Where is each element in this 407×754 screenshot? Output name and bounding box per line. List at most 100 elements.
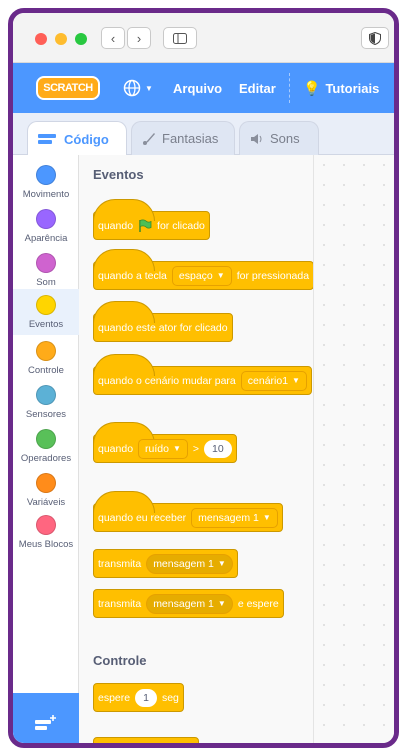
tab-code-label: Código: [64, 131, 109, 147]
section-heading-events: Eventos: [93, 167, 144, 182]
privacy-button[interactable]: [361, 27, 389, 49]
block-text: >: [192, 442, 200, 455]
caret-down-icon: ▼: [262, 513, 271, 522]
when-key-pressed-block[interactable]: quando a tecla espaço ▼ for pressionada: [93, 249, 313, 290]
code-workspace[interactable]: [313, 155, 394, 743]
number-input[interactable]: [128, 744, 144, 749]
browser-titlebar: ‹ ›: [13, 13, 394, 63]
language-menu[interactable]: ▼: [123, 63, 153, 113]
caret-down-icon: ▼: [217, 599, 226, 608]
category-dot: [36, 295, 56, 315]
partial-control-block[interactable]: [93, 737, 199, 749]
lightbulb-icon: 💡: [303, 79, 321, 96]
broadcast-wait-dropdown[interactable]: mensagem 1 ▼: [146, 593, 233, 614]
block-text: quando este ator for clicado: [98, 321, 228, 334]
number-input[interactable]: 10: [204, 439, 232, 458]
dropdown-value: mensagem 1: [198, 511, 259, 524]
add-extension-icon: [35, 715, 56, 730]
when-backdrop-switches-block[interactable]: quando o cenário mudar para cenário1 ▼: [93, 354, 312, 395]
backdrop-dropdown[interactable]: cenário1 ▼: [240, 370, 307, 391]
block-text: espere: [98, 691, 131, 704]
when-sensor-greater-block[interactable]: quando ruído ▼ > 10: [93, 422, 237, 463]
category-label: Som: [36, 277, 56, 288]
category-dot: [36, 209, 56, 229]
close-window-button[interactable]: [35, 33, 47, 45]
key-dropdown[interactable]: espaço ▼: [171, 265, 232, 286]
tab-sounds[interactable]: Sons: [239, 121, 319, 155]
sensor-dropdown[interactable]: ruído ▼: [138, 438, 188, 459]
hat-cap: [93, 301, 155, 323]
back-button[interactable]: ‹: [101, 27, 125, 49]
category-label: Aparência: [24, 233, 68, 244]
brush-icon: [143, 132, 155, 145]
caret-down-icon: ▼: [172, 444, 181, 453]
block-text: transmita: [98, 557, 142, 570]
block-text: transmita: [98, 597, 142, 610]
category-label: Operadores: [20, 453, 72, 464]
category-label: Movimento: [22, 189, 70, 200]
when-i-receive-block[interactable]: quando eu receber mensagem 1 ▼: [93, 491, 283, 532]
category-label: Variáveis: [26, 497, 66, 508]
category-dot: [36, 473, 56, 493]
dropdown-value: cenário1: [247, 374, 289, 387]
maximize-window-button[interactable]: [75, 33, 87, 45]
block-text: quando eu receber: [98, 511, 187, 524]
category-dot: [36, 429, 56, 449]
caret-down-icon: ▼: [216, 271, 225, 280]
category-menu: Movimento Aparência Som Eventos Controle…: [13, 155, 79, 743]
category-my-blocks[interactable]: Meus Blocos: [13, 509, 79, 561]
block-text: for clicado: [157, 219, 205, 232]
block-text: quando: [98, 219, 134, 232]
tab-sounds-label: Sons: [270, 131, 300, 146]
broadcast-dropdown[interactable]: mensagem 1 ▼: [146, 553, 233, 574]
speaker-icon: [251, 133, 262, 144]
sidebar-icon: [173, 32, 187, 44]
tab-costumes-label: Fantasias: [162, 131, 219, 146]
edit-menu[interactable]: Editar: [239, 63, 276, 113]
add-extension-button[interactable]: [13, 693, 79, 743]
message-dropdown[interactable]: mensagem 1 ▼: [191, 507, 278, 528]
broadcast-block[interactable]: transmita mensagem 1 ▼: [93, 549, 238, 578]
when-flag-clicked-block[interactable]: quando for clicado: [93, 199, 210, 240]
dropdown-value: mensagem 1: [153, 557, 214, 570]
chevron-right-icon: ›: [136, 30, 142, 46]
green-flag-icon: [139, 218, 152, 232]
category-label: Sensores: [25, 409, 67, 420]
category-dot: [36, 385, 56, 405]
forward-button[interactable]: ›: [127, 27, 151, 49]
block-text: quando: [98, 442, 134, 455]
block-text: seg: [161, 691, 179, 704]
block-text: quando o cenário mudar para: [98, 374, 236, 387]
file-menu[interactable]: Arquivo: [173, 63, 222, 113]
globe-icon: [123, 79, 141, 97]
scratch-logo[interactable]: SCRATCH: [36, 76, 100, 100]
tab-code[interactable]: Código: [27, 121, 127, 156]
block-palette: Eventos quando for clicado quando a tecl…: [79, 155, 313, 749]
category-dot: [36, 341, 56, 361]
section-heading-control: Controle: [93, 653, 147, 668]
category-dot: [36, 165, 56, 185]
block-text: quando a tecla: [98, 269, 167, 282]
menu-divider: [289, 73, 290, 103]
editor-tabs: Código Fantasias Sons: [13, 113, 394, 156]
chevron-left-icon: ‹: [110, 30, 116, 46]
broadcast-and-wait-block[interactable]: transmita mensagem 1 ▼ e espere: [93, 589, 284, 618]
category-dot: [36, 515, 56, 535]
number-input[interactable]: 1: [135, 688, 157, 707]
caret-down-icon: ▼: [145, 83, 153, 93]
block-text: e espere: [237, 597, 279, 610]
tab-costumes[interactable]: Fantasias: [131, 121, 235, 155]
dropdown-value: mensagem 1: [153, 597, 214, 610]
caret-down-icon: ▼: [292, 376, 300, 385]
sidebar-toggle-button[interactable]: [163, 27, 197, 49]
dropdown-value: ruído: [145, 442, 169, 455]
minimize-window-button[interactable]: [55, 33, 67, 45]
when-sprite-clicked-block[interactable]: quando este ator for clicado: [93, 301, 233, 342]
block-text: for pressionada: [236, 269, 310, 282]
device-frame: ‹ › SCRATCH ▼ Arquivo Editar 💡 Tutoriais…: [8, 8, 399, 748]
category-events[interactable]: Eventos: [13, 289, 79, 335]
scratch-menubar: SCRATCH ▼ Arquivo Editar 💡 Tutoriais: [13, 63, 394, 113]
wait-block[interactable]: espere 1 seg: [93, 683, 184, 712]
tutorials-menu[interactable]: 💡 Tutoriais: [303, 63, 379, 113]
hat-cap: [93, 491, 155, 513]
